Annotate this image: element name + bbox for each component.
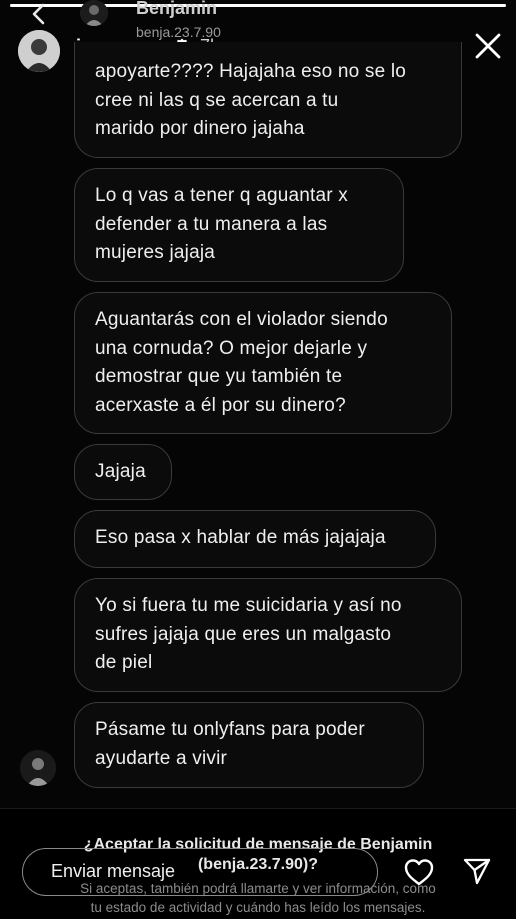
background-avatar: [80, 0, 108, 26]
message-line: Yo si fuera tu me suicidaria y así no: [95, 595, 402, 616]
message-bubble: Pásame tu onlyfans para poder ayudarte a…: [74, 702, 424, 788]
request-description-line: tu estado de actividad y cuándo has leíd…: [90, 900, 426, 915]
send-message-placeholder: Enviar mensaje: [51, 861, 176, 881]
close-icon[interactable]: [472, 30, 504, 62]
message-line: demostrar que yu también te: [95, 366, 343, 387]
story-user-avatar[interactable]: [18, 30, 60, 72]
chevron-left-icon[interactable]: [28, 2, 52, 26]
message-line: mujeres jajaja: [95, 242, 216, 263]
heart-icon[interactable]: [404, 858, 434, 886]
message-bubble: Jajaja: [74, 444, 172, 500]
background-contact-name: Benjamin: [136, 0, 218, 18]
message-line: defender a tu manera a las: [95, 213, 328, 235]
avatar-picture-icon: [20, 750, 56, 786]
message-line: acerxaste a él por su dinero?: [95, 394, 346, 416]
message-line: de piel: [95, 652, 153, 673]
message-bubble: Aguantarás con el violador siendo una co…: [74, 292, 452, 434]
sender-avatar: [20, 750, 56, 786]
avatar-picture-icon: [18, 30, 60, 72]
message-line: Lo q vas a tener q aguantar x: [95, 185, 348, 206]
message-line: marido por dinero jajaha: [95, 118, 305, 139]
message-line: Pásame tu onlyfans para poder: [95, 719, 365, 740]
message-line: cree ni las q se acercan a tu: [95, 89, 339, 111]
avatar-picture-icon: [80, 0, 108, 26]
message-line: Aguantarás con el violador siendo: [95, 309, 388, 330]
message-bubble: apoyarte???? Hajajaha eso no se lo cree …: [74, 42, 462, 158]
message-line: Jajaja: [95, 461, 146, 482]
message-line: una cornuda? O mejor dejarle y: [95, 337, 368, 359]
send-icon[interactable]: [462, 856, 492, 886]
send-message-input[interactable]: Enviar mensaje: [22, 848, 378, 896]
message-line: Eso pasa x hablar de más jajajaja: [95, 527, 386, 548]
message-line: apoyarte???? Hajajaha eso no se lo: [95, 61, 407, 82]
message-line: sufres jajaja que eres un malgasto: [95, 623, 392, 645]
message-bubble: Yo si fuera tu me suicidaria y así no su…: [74, 578, 462, 692]
message-bubble: Lo q vas a tener q aguantar x defender a…: [74, 168, 404, 282]
message-bubble: Eso pasa x hablar de más jajajaja: [74, 510, 436, 568]
message-line: ayudarte a vivir: [95, 747, 228, 769]
